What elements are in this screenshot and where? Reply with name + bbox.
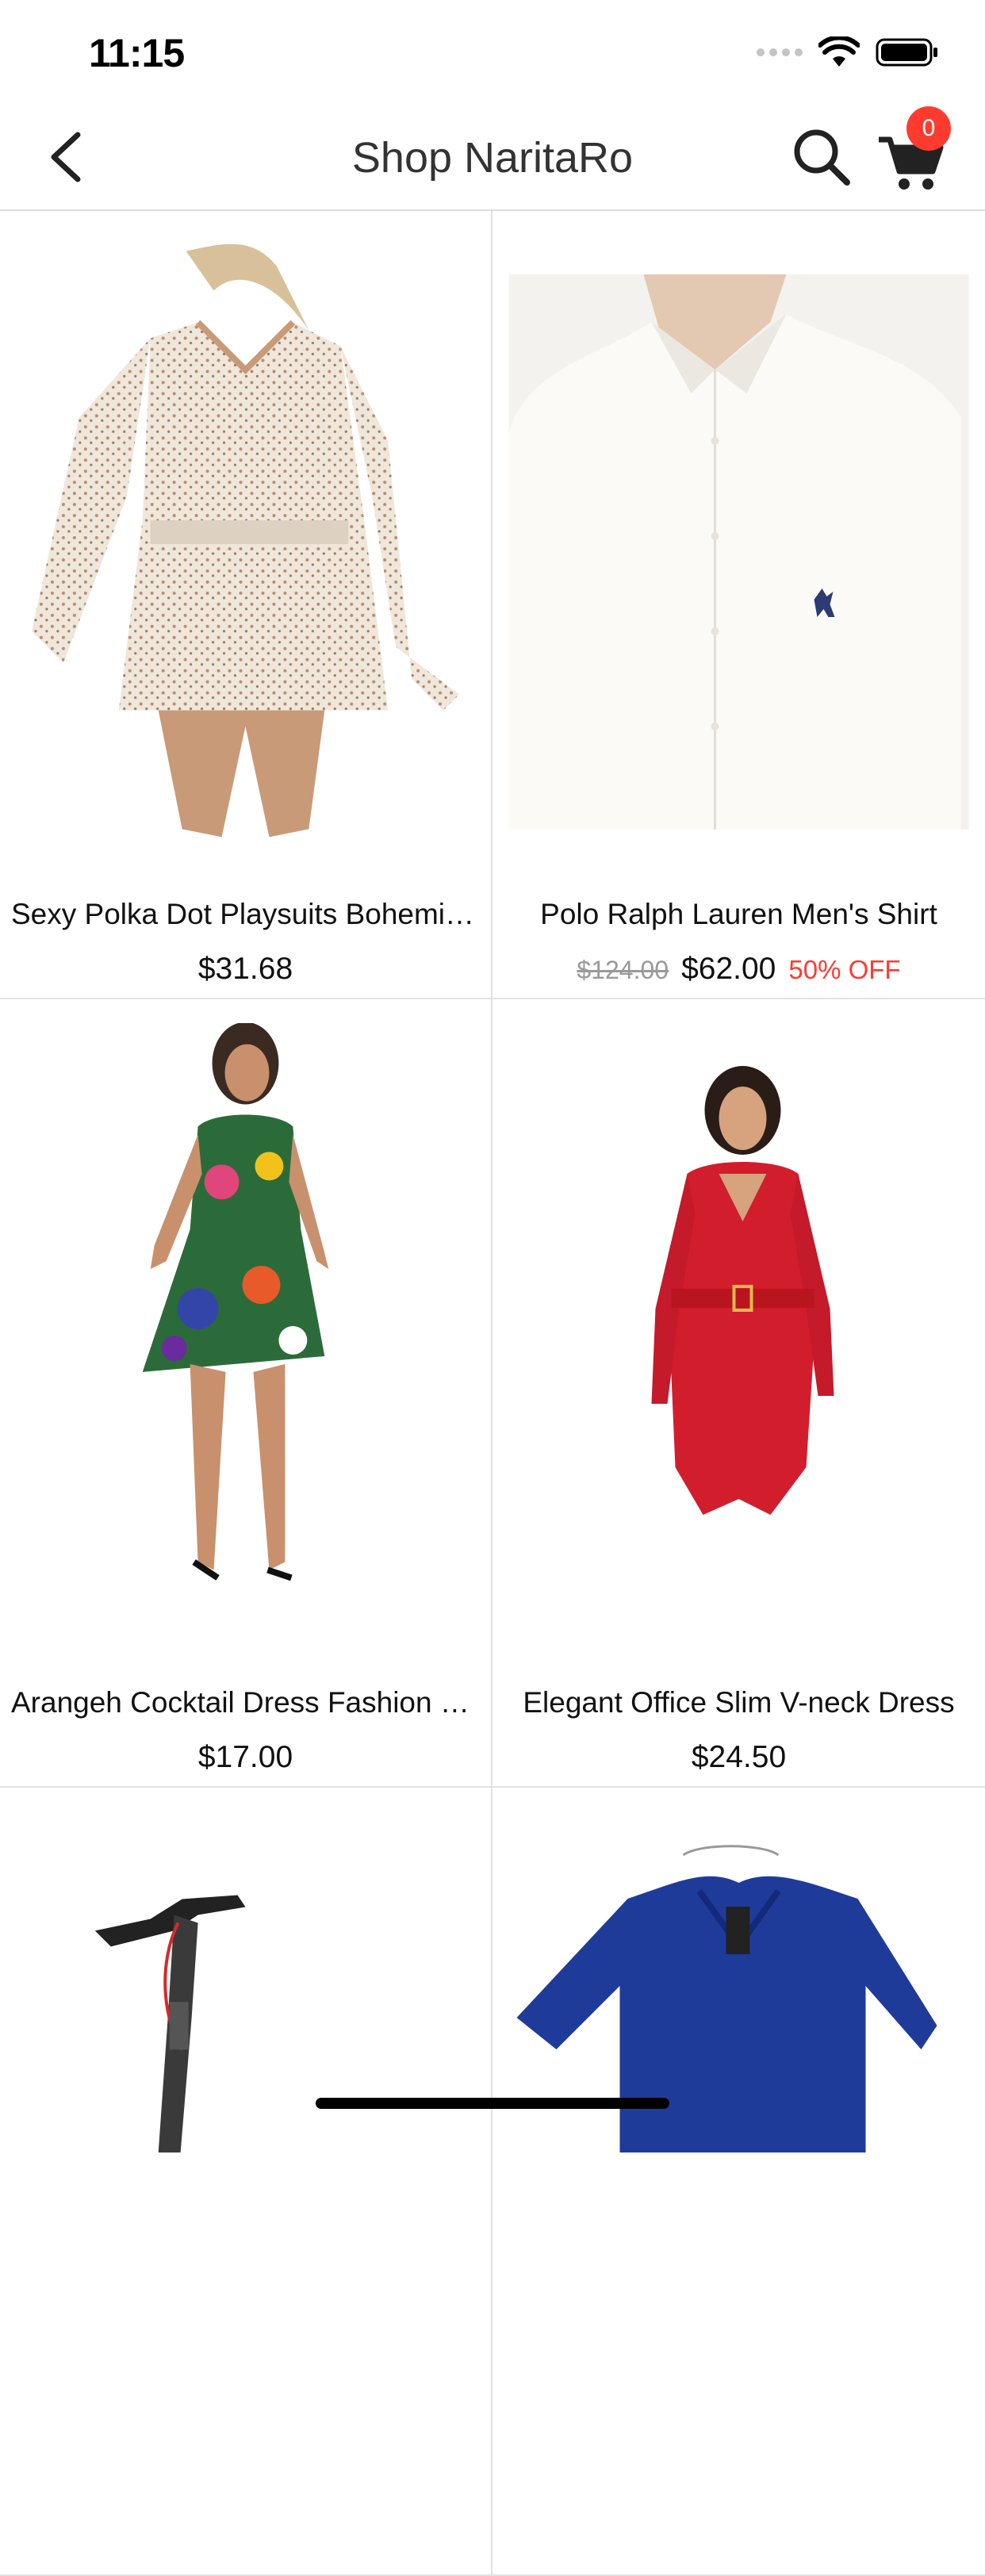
product-card[interactable]: Elegant Office Slim V-neck Dress $24.50	[492, 999, 985, 1788]
price-row: $31.68	[0, 952, 491, 987]
status-time: 11:15	[89, 31, 185, 75]
search-icon	[794, 129, 850, 186]
product-price: $31.68	[197, 952, 293, 986]
product-image	[508, 1023, 969, 1650]
product-card[interactable]: Sexy Polka Dot Playsuits Bohemia... $31.…	[0, 211, 492, 999]
product-image	[16, 235, 475, 861]
product-price: $62.00	[681, 952, 776, 986]
wifi-icon	[818, 36, 860, 67]
product-image	[16, 1023, 475, 1650]
status-icons	[757, 35, 939, 70]
product-card[interactable]	[0, 1788, 492, 2576]
status-bar: 11:15	[0, 0, 985, 103]
product-name: Elegant Office Slim V-neck Dress	[523, 1686, 955, 1719]
product-image	[508, 1811, 969, 2438]
price-row: $124.00 $62.00 50% OFF	[492, 952, 985, 987]
product-name: Arangeh Cocktail Dress Fashion 2...	[11, 1686, 480, 1719]
product-price: $24.50	[691, 1740, 787, 1774]
original-price: $124.00	[577, 956, 669, 984]
product-name: Polo Ralph Lauren Men's Shirt	[540, 898, 937, 930]
product-image	[16, 1811, 475, 2438]
product-image	[508, 235, 969, 861]
product-card[interactable]: Polo Ralph Lauren Men's Shirt $124.00 $62…	[492, 211, 985, 999]
product-name: Sexy Polka Dot Playsuits Bohemia...	[11, 898, 480, 930]
product-price: $17.00	[197, 1740, 293, 1774]
cart-count-badge: 0	[906, 106, 951, 151]
price-row: $24.50	[492, 1740, 985, 1775]
signal-dots-icon	[757, 48, 803, 56]
search-button[interactable]	[790, 125, 853, 189]
price-row: $17.00	[0, 1740, 491, 1775]
home-indicator[interactable]	[316, 2098, 669, 2109]
product-grid: Sexy Polka Dot Playsuits Bohemia... $31.…	[0, 211, 985, 2576]
product-card[interactable]	[492, 1788, 985, 2576]
battery-icon	[876, 38, 937, 67]
product-card[interactable]: Arangeh Cocktail Dress Fashion 2... $17.…	[0, 999, 492, 1788]
nav-bar: Shop NaritaRo	[0, 103, 985, 211]
discount-label: 50% OFF	[788, 955, 901, 984]
